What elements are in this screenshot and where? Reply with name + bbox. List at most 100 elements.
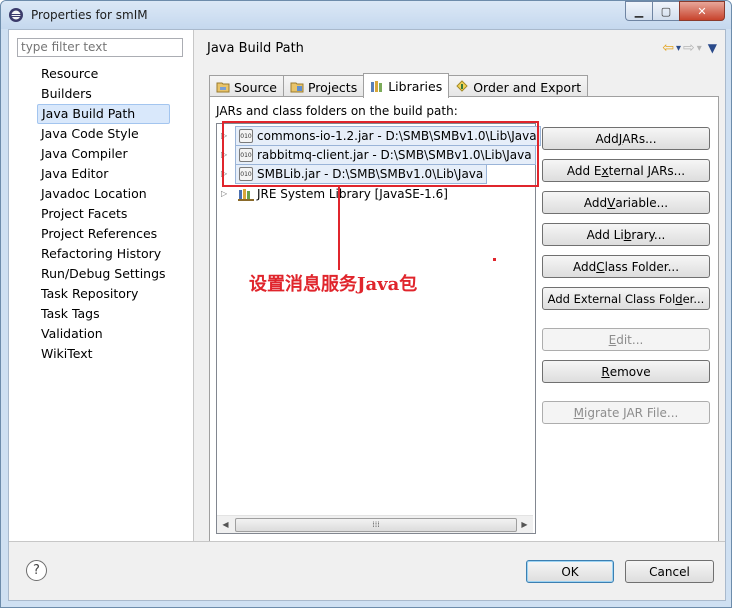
maximize-icon: ▢ bbox=[660, 4, 672, 18]
properties-dialog: Properties for smIM ▁ ▢ ✕ Resource Build… bbox=[0, 0, 732, 608]
eclipse-icon bbox=[9, 8, 23, 22]
view-menu-icon[interactable]: ▼ bbox=[708, 41, 717, 55]
tree-item-java-build-path[interactable]: Java Build Path bbox=[37, 104, 170, 124]
expand-arrow-icon[interactable]: ▷ bbox=[221, 185, 231, 203]
jars-label: JARs and class folders on the build path… bbox=[216, 104, 458, 118]
forward-arrow-icon[interactable]: ⇨ bbox=[683, 40, 695, 56]
close-button[interactable]: ✕ bbox=[679, 1, 725, 21]
button-label-part: Add Li bbox=[586, 227, 624, 242]
button-label-part: Add External Class Fol bbox=[547, 291, 676, 306]
library-row-smblib[interactable]: ▷ 010 SMBLib.jar - D:\SMB\SMBv1.0\Lib\Ja… bbox=[221, 164, 488, 184]
annotation-text: 设置消息服务Java包 bbox=[249, 274, 418, 295]
tab-order-export-label: Order and Export bbox=[473, 79, 582, 95]
add-library-button[interactable]: Add Li b rary... bbox=[542, 223, 710, 246]
expand-arrow-icon[interactable]: ▷ bbox=[221, 127, 231, 145]
library-tree[interactable]: ▷ 010 commons-io-1.2.jar - D:\SMB\SMBv1.… bbox=[216, 123, 541, 534]
tree-item-wikitext[interactable]: WikiText bbox=[37, 344, 170, 364]
page-list: Resource Builders Java Build Path Java C… bbox=[37, 64, 170, 364]
edit-button[interactable]: Edit... bbox=[542, 328, 710, 351]
mnemonic-letter: V bbox=[607, 195, 616, 210]
add-jars-button[interactable]: Add J ARs... bbox=[542, 127, 710, 150]
title-bar: Properties for smIM ▁ ▢ ✕ bbox=[1, 1, 731, 29]
maximize-button[interactable]: ▢ bbox=[652, 1, 679, 21]
mnemonic-letter: M bbox=[573, 405, 584, 420]
libraries-icon bbox=[371, 81, 383, 92]
minimize-icon: ▁ bbox=[634, 4, 644, 18]
tab-libraries[interactable]: Libraries bbox=[363, 73, 450, 98]
tab-source-label: Source bbox=[234, 79, 277, 95]
button-label-part: ARs... bbox=[622, 131, 657, 146]
page-title: Java Build Path bbox=[207, 41, 304, 56]
library-label: JRE System Library [JavaSE-1.6] bbox=[257, 187, 448, 201]
tree-item-validation[interactable]: Validation bbox=[37, 324, 170, 344]
library-item-box: 010 rabbitmq-client.jar - D:\SMB\SMBv1.0… bbox=[235, 145, 536, 165]
button-label-part: igrate JAR File... bbox=[584, 405, 679, 420]
migrate-jar-button[interactable]: Migrate JAR File... bbox=[542, 401, 710, 424]
library-icon bbox=[238, 189, 254, 201]
ok-button[interactable]: OK bbox=[526, 560, 614, 583]
add-class-folder-button[interactable]: Add Class Folder... bbox=[542, 255, 710, 278]
expand-arrow-icon[interactable]: ▷ bbox=[221, 165, 231, 183]
button-label-part: emove bbox=[609, 364, 651, 379]
library-label: SMBLib.jar - D:\SMB\SMBv1.0\Lib\Java bbox=[257, 167, 484, 181]
library-row-jre[interactable]: ▷ JRE System Library [JavaSE-1.6] bbox=[221, 185, 448, 203]
tree-item-refactoring-history[interactable]: Refactoring History bbox=[37, 244, 170, 264]
mnemonic-letter: b bbox=[623, 227, 632, 242]
button-label-part: rary... bbox=[631, 227, 666, 242]
footer-separator bbox=[9, 541, 725, 542]
tab-strip: Source Projects Libraries Order and Expo… bbox=[209, 73, 589, 98]
add-external-jars-button[interactable]: Add Ex ternal JARs... bbox=[542, 159, 710, 182]
close-icon: ✕ bbox=[697, 4, 707, 18]
cancel-button[interactable]: Cancel bbox=[625, 560, 714, 583]
button-label-part: ariable... bbox=[615, 195, 669, 210]
add-variable-button[interactable]: Add Variable... bbox=[542, 191, 710, 214]
jar-icon: 010 bbox=[239, 167, 253, 181]
horizontal-scrollbar[interactable]: ◀ ⁞⁞⁞ ▶ bbox=[217, 515, 533, 533]
button-label-part: Add bbox=[572, 259, 597, 274]
window-controls: ▁ ▢ ✕ bbox=[625, 1, 725, 21]
button-label-part: er... bbox=[682, 291, 705, 306]
back-arrow-icon[interactable]: ⇦ bbox=[662, 40, 674, 56]
projects-icon bbox=[290, 82, 304, 93]
button-label-part: lass Folder... bbox=[604, 259, 680, 274]
jar-icon: 010 bbox=[239, 129, 253, 143]
button-label-part: Add E bbox=[566, 163, 602, 178]
minimize-button[interactable]: ▁ bbox=[625, 1, 652, 21]
tree-item-project-facets[interactable]: Project Facets bbox=[37, 204, 170, 224]
add-external-class-folder-button[interactable]: Add External Class Fol d er... bbox=[542, 287, 710, 310]
tree-item-java-code-style[interactable]: Java Code Style bbox=[37, 124, 170, 144]
filter-input[interactable] bbox=[17, 38, 183, 57]
expand-arrow-icon[interactable]: ▷ bbox=[221, 146, 231, 164]
scroll-left-icon[interactable]: ◀ bbox=[217, 516, 234, 533]
mnemonic-letter: R bbox=[601, 364, 610, 379]
library-row-rabbitmq[interactable]: ▷ 010 rabbitmq-client.jar - D:\SMB\SMBv1… bbox=[221, 145, 536, 165]
tree-item-java-compiler[interactable]: Java Compiler bbox=[37, 144, 170, 164]
button-label-part: dit... bbox=[616, 332, 644, 347]
library-item-box: 010 commons-io-1.2.jar - D:\SMB\SMBv1.0\… bbox=[235, 126, 541, 146]
remove-button[interactable]: Remove bbox=[542, 360, 710, 383]
help-button[interactable]: ? bbox=[26, 560, 47, 581]
tree-item-run-debug-settings[interactable]: Run/Debug Settings bbox=[37, 264, 170, 284]
tree-item-project-references[interactable]: Project References bbox=[37, 224, 170, 244]
scroll-thumb[interactable]: ⁞⁞⁞ bbox=[235, 518, 517, 532]
tree-item-task-tags[interactable]: Task Tags bbox=[37, 304, 170, 324]
tab-projects-label: Projects bbox=[307, 79, 358, 95]
mnemonic-letter: x bbox=[601, 163, 609, 178]
tab-source[interactable]: Source bbox=[209, 75, 284, 98]
tree-item-javadoc-location[interactable]: Javadoc Location bbox=[37, 184, 170, 204]
scroll-right-icon[interactable]: ▶ bbox=[516, 516, 533, 533]
library-label: rabbitmq-client.jar - D:\SMB\SMBv1.0\Lib… bbox=[257, 148, 532, 162]
tab-projects[interactable]: Projects bbox=[282, 75, 365, 98]
library-row-commons-io[interactable]: ▷ 010 commons-io-1.2.jar - D:\SMB\SMBv1.… bbox=[221, 126, 541, 146]
forward-dropdown-icon[interactable]: ▾ bbox=[697, 43, 702, 54]
window-title: Properties for smIM bbox=[31, 8, 148, 22]
tree-item-task-repository[interactable]: Task Repository bbox=[37, 284, 170, 304]
tree-item-java-editor[interactable]: Java Editor bbox=[37, 164, 170, 184]
dialog-body: Resource Builders Java Build Path Java C… bbox=[8, 29, 726, 601]
tree-item-resource[interactable]: Resource bbox=[37, 64, 170, 84]
page-navigation: ⇦ ▾ ⇨ ▾ ▼ bbox=[662, 40, 717, 56]
back-dropdown-icon[interactable]: ▾ bbox=[676, 43, 681, 54]
tree-item-builders[interactable]: Builders bbox=[37, 84, 170, 104]
tab-libraries-label: Libraries bbox=[388, 78, 443, 94]
tab-order-export[interactable]: Order and Export bbox=[448, 75, 589, 98]
